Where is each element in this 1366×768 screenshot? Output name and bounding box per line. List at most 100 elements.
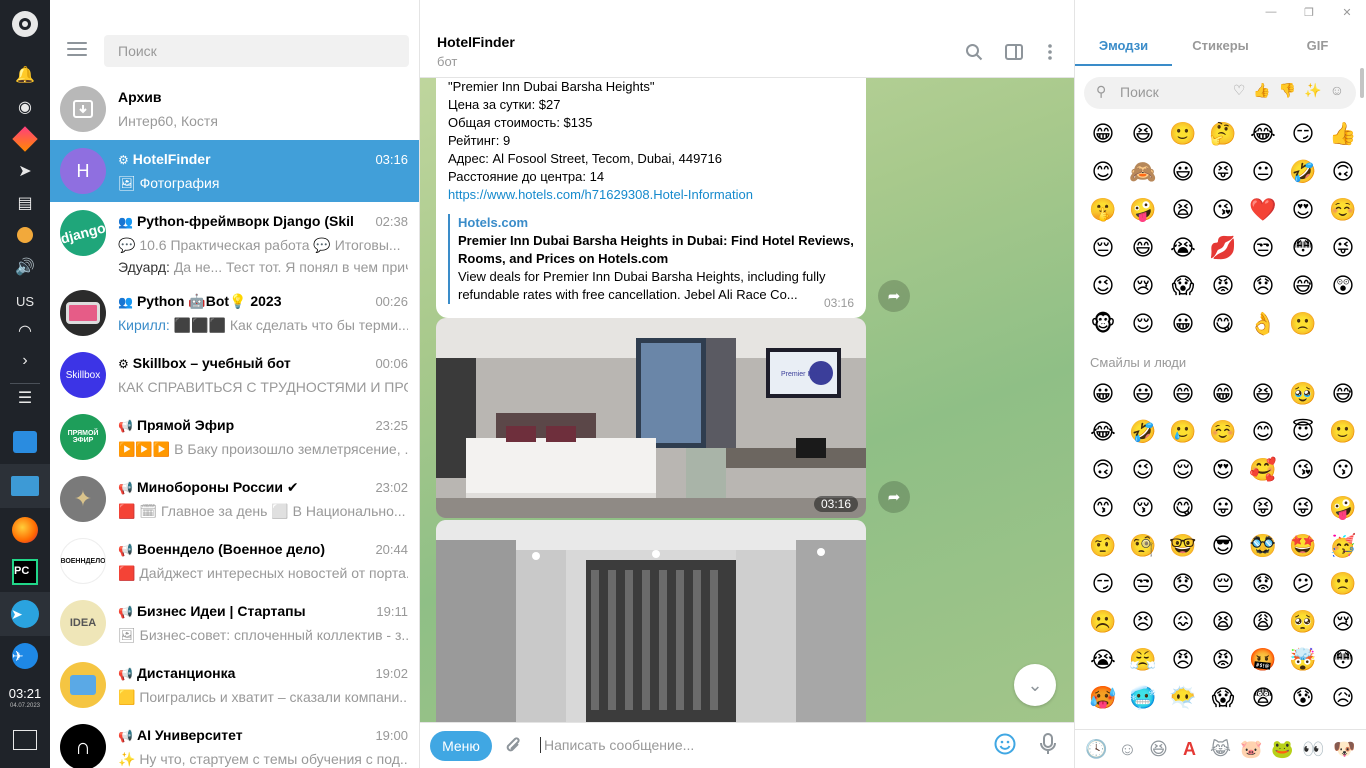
emoji-item[interactable]: 😫 [1163,191,1203,229]
emoji-item[interactable]: 🧐 [1123,527,1163,565]
emoji-item[interactable]: 😆 [1243,375,1283,413]
show-desktop-icon[interactable] [0,718,50,762]
sticker-pack-icon[interactable]: 🐶 [1329,739,1360,760]
forward-icon[interactable]: ➦ [878,481,910,513]
emoji-item[interactable]: 😛 [1203,489,1243,527]
emoji-item[interactable]: 😍 [1283,191,1323,229]
attach-icon[interactable] [504,735,522,760]
emoji-item[interactable]: 😐 [1243,153,1283,191]
store-icon[interactable] [0,420,50,464]
mail-icon[interactable]: ◉ [0,92,50,122]
volume-icon[interactable]: 🔊 [0,252,50,282]
emoji-item[interactable]: 😍 [1203,451,1243,489]
emoji-item[interactable]: 😘 [1283,451,1323,489]
wifi-icon[interactable]: ◠ [0,316,50,346]
emoji-item[interactable]: 😂 [1243,115,1283,153]
chat-search-input[interactable]: Поиск [104,35,409,67]
emoji-item[interactable]: 😟 [1243,565,1283,603]
maximize-icon[interactable]: ❐ [1290,0,1328,24]
emoji-item[interactable]: 😋 [1203,305,1243,343]
chat-row-archive[interactable]: Архив Интер60, Костя [50,78,419,140]
chat-row-pryamoy-efir[interactable]: ПРЯМОЙ ЭФИР 📢 Прямой Эфир 23:25 ▶️▶️▶️ В … [50,406,419,468]
emoji-item[interactable]: 🙃 [1083,451,1123,489]
emoji-item[interactable]: 😌 [1163,451,1203,489]
emoji-item[interactable]: 😰 [1283,679,1323,717]
emoji-item[interactable]: 🙂 [1323,413,1363,451]
emoji-item[interactable]: 🙁 [1323,565,1363,603]
emoji-item[interactable]: 😙 [1083,489,1123,527]
pycharm-icon[interactable]: PC [0,550,50,594]
emoji-item[interactable]: 😁 [1203,375,1243,413]
emoji-item[interactable]: 🙃 [1323,153,1363,191]
emoji-item[interactable]: 🥹 [1283,375,1323,413]
emoji-item[interactable]: 😱 [1203,679,1243,717]
clipboard-icon[interactable]: ▤ [0,188,50,218]
letter-a-icon[interactable]: A [1174,739,1205,760]
emoji-item[interactable]: ☺️ [1323,191,1363,229]
settings-sliders-icon[interactable]: ☰ [0,376,50,420]
emoji-item[interactable]: 😄 [1163,375,1203,413]
emoji-item[interactable]: 😆 [1123,115,1163,153]
system-menu-icon[interactable] [0,2,50,46]
emoji-item[interactable]: 🥵 [1083,679,1123,717]
firefox-icon[interactable] [0,508,50,552]
emoji-item[interactable]: 😌 [1123,305,1163,343]
emoji-item[interactable]: 😤 [1123,641,1163,679]
browser-icon[interactable]: ✈ [0,634,50,678]
emoji-item[interactable]: 😭 [1163,229,1203,267]
emoji-item[interactable]: 🐵 [1083,305,1123,343]
chat-row-ai-universitet[interactable]: ∩ 📢 AI Университет 19:00 ✨ Ну что, старту… [50,716,419,768]
emoji-item[interactable]: 🥰 [1243,451,1283,489]
emoji-item[interactable]: 😂 [1083,413,1123,451]
file-manager-icon[interactable] [0,464,50,508]
scroll-down-button[interactable]: ⌄ [1014,664,1056,706]
tab-stickers[interactable]: Стикеры [1172,28,1269,66]
emoji-item[interactable]: 😜 [1323,229,1363,267]
emoji-item[interactable]: 😏 [1083,565,1123,603]
minimize-icon[interactable]: — [1252,0,1290,24]
emoji-item[interactable]: 😫 [1203,603,1243,641]
sticker-pack-icon[interactable]: 👀 [1298,739,1329,760]
sticker-pack-icon[interactable]: 😹 [1205,739,1236,760]
emoji-item[interactable]: 😠 [1163,641,1203,679]
chat-row-distantsionka[interactable]: 📢 Дистанционка 19:02 🟨 Поигрались и хвати… [50,654,419,716]
close-icon[interactable]: ✕ [1328,0,1366,24]
chat-row-skillbox[interactable]: Skillbox ⚙ Skillbox – учебный бот 00:06 К… [50,344,419,406]
chat-row-python-bot[interactable]: 👥 Python 🤖Bot💡 2023 00:26 Кирилл: ⬛⬛⬛ Как… [50,282,419,344]
emoji-item[interactable]: 😅 [1283,267,1323,305]
emoji-item[interactable]: 😨 [1243,679,1283,717]
chat-row-voenndelo[interactable]: ВОЕННДЕЛО 📢 Военндело (Военное дело) 20:4… [50,530,419,592]
emoji-item[interactable]: 😩 [1243,603,1283,641]
emoji-item[interactable]: 🥳 [1323,527,1363,565]
sticker-pack-icon[interactable]: 😆 [1143,739,1174,760]
emoji-item[interactable]: 😡 [1203,641,1243,679]
keyboard-layout[interactable]: US [0,286,50,316]
emoji-item[interactable]: 😔 [1083,229,1123,267]
emoji-item[interactable]: 🤣 [1123,413,1163,451]
emoji-item[interactable]: 😁 [1083,115,1123,153]
emoji-item[interactable]: 🥶 [1123,679,1163,717]
emoji-scrollbar[interactable] [1360,68,1364,728]
emoji-item[interactable]: 🙂 [1163,115,1203,153]
message-bubble[interactable]: "Premier Inn Dubai Barsha Heights" Цена … [436,78,866,318]
emoji-item[interactable]: 💋 [1203,229,1243,267]
search-icon[interactable] [964,42,984,62]
send-icon[interactable]: ➤ [0,156,50,186]
microphone-icon[interactable] [1040,733,1056,761]
emoji-item[interactable]: ❤️ [1243,191,1283,229]
emoji-icon[interactable] [994,733,1016,761]
emoji-item[interactable]: 😭 [1083,641,1123,679]
emoji-search-input[interactable]: ⚲ Поиск ♡👍👎✨☺ [1084,77,1356,109]
emoji-item[interactable]: 😃 [1163,153,1203,191]
emoji-item[interactable]: 😊 [1243,413,1283,451]
emoji-item[interactable]: 🤬 [1243,641,1283,679]
recent-clock-icon[interactable]: 🕓 [1081,739,1112,760]
emoji-item[interactable]: 😳 [1283,229,1323,267]
hamburger-menu-icon[interactable] [67,42,87,56]
emoji-item[interactable]: 🤪 [1323,489,1363,527]
emoji-item[interactable]: 😝 [1243,489,1283,527]
telegram-icon[interactable]: ➤ [0,592,50,636]
emoji-item[interactable]: 😲 [1323,267,1363,305]
emoji-item[interactable]: 😉 [1123,451,1163,489]
message-input[interactable]: Написать сообщение... [540,737,694,753]
